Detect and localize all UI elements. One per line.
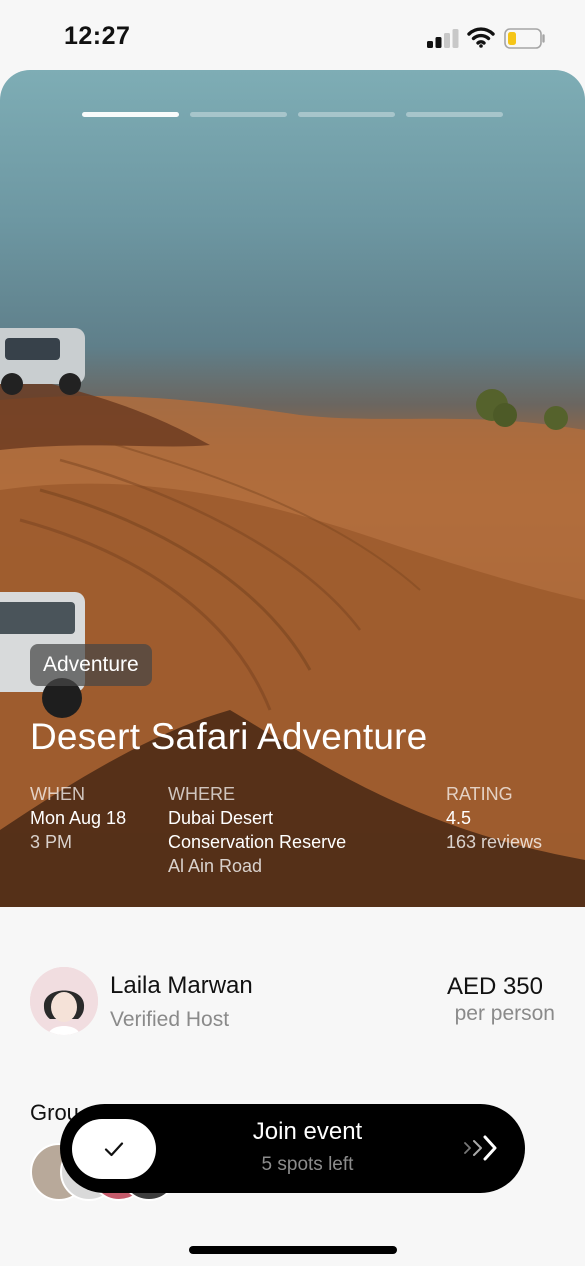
where-line-2: Conservation Reserve <box>168 832 347 852</box>
join-event-slider[interactable]: Join event 5 spots left <box>60 1104 525 1193</box>
when-date: Mon Aug 18 <box>30 808 127 828</box>
where-info: WHERE Dubai Desert Conservation Reserve … <box>168 782 346 878</box>
rating-label: RATING <box>446 784 513 804</box>
story-progress-2 <box>190 112 287 117</box>
where-label: WHERE <box>168 784 235 804</box>
category-tag[interactable]: Adventure <box>30 644 152 686</box>
host-avatar[interactable] <box>30 967 98 1035</box>
wifi-icon <box>467 27 495 48</box>
event-title: Desert Safari Adventure <box>30 716 428 757</box>
story-progress-1 <box>82 112 179 117</box>
price-amount: AED 350 <box>446 973 543 1000</box>
price-unit: per person <box>454 1002 555 1025</box>
status-bar: 12:27 <box>0 0 585 70</box>
where-line-3: Al Ain Road <box>168 856 263 876</box>
story-progress-3 <box>298 112 395 117</box>
battery-icon <box>504 28 545 49</box>
status-time: 12:27 <box>64 22 131 50</box>
host-verified-label: Verified Host <box>110 1008 230 1031</box>
host-name[interactable]: Laila Marwan <box>110 972 253 1000</box>
when-time: 3 PM <box>30 832 73 852</box>
host-portrait <box>30 967 98 1035</box>
event-hero[interactable]: Adventure Desert Safari Adventure WHEN M… <box>0 70 585 907</box>
chevrons-right-icon <box>464 1135 497 1161</box>
rating-value: 4.5 <box>446 808 472 828</box>
when-label: WHEN <box>30 784 85 804</box>
story-progress-4 <box>406 112 503 117</box>
rating-info: RATING 4.5 163 reviews <box>446 782 542 854</box>
when-info: WHEN Mon Aug 18 3 PM <box>30 782 126 854</box>
where-line-1: Dubai Desert <box>168 808 274 828</box>
rating-reviews[interactable]: 163 reviews <box>446 830 542 854</box>
cellular-signal-icon <box>427 29 459 48</box>
home-indicator[interactable] <box>189 1246 397 1254</box>
